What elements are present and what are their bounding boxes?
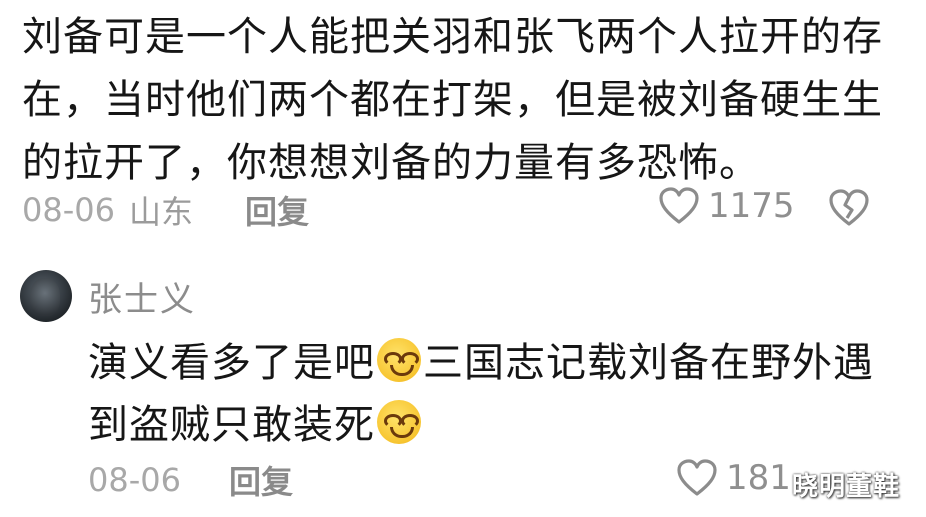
comment-like-button[interactable]: 1175 xyxy=(658,186,795,226)
heart-outline-icon xyxy=(676,458,718,498)
comment-location: 山东 xyxy=(128,193,193,231)
avatar[interactable] xyxy=(20,270,72,322)
grinning-emoji-icon xyxy=(377,338,421,382)
comment-reply-button[interactable]: 回复 xyxy=(245,187,309,233)
comment-date: 08-06 xyxy=(22,191,115,229)
reply-like-button[interactable]: 181 xyxy=(676,458,791,498)
watermark: 晓明董鞋 xyxy=(792,472,901,502)
grinning-emoji-icon xyxy=(377,400,421,444)
comment-meta: 08-06 山东 回复 xyxy=(22,188,309,232)
reply-text: 演义看多了是吧 三国志记载刘备在野外遇到盗贼只敢装死 xyxy=(88,332,888,456)
comment-text: 刘备可是一个人能把关羽和张飞两个人拉开的存在，当时他们两个都在打架，但是被刘备硬… xyxy=(22,14,883,186)
broken-heart-icon xyxy=(828,188,870,228)
reply-meta: 08-06 回复 xyxy=(88,458,293,502)
reply-reply-button[interactable]: 回复 xyxy=(229,457,293,503)
reply-text-part1: 演义看多了是吧 xyxy=(88,340,375,386)
reply-date: 08-06 xyxy=(88,461,181,499)
reply-username[interactable]: 张士义 xyxy=(88,272,196,321)
reply-like-count: 181 xyxy=(726,458,791,498)
heart-outline-icon xyxy=(658,186,700,226)
comment-like-count: 1175 xyxy=(708,186,795,226)
comment-dislike-button[interactable] xyxy=(828,188,870,228)
